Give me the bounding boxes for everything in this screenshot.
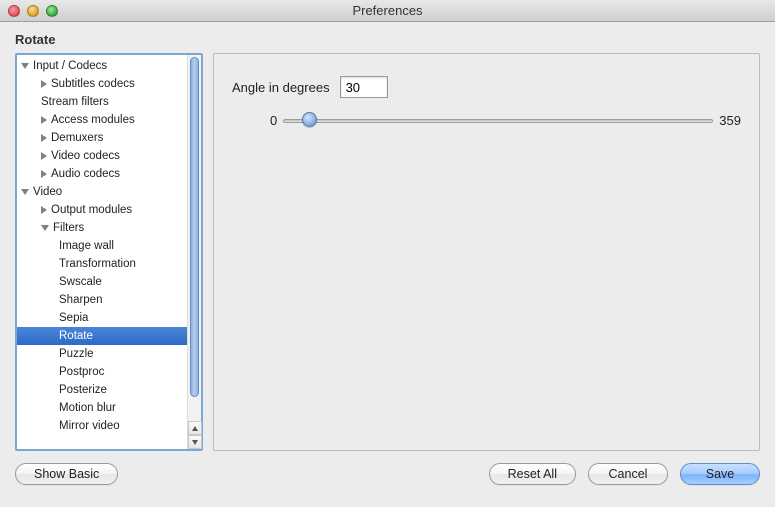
chevron-right-icon[interactable] [41,170,47,178]
slider-max-label: 359 [719,113,741,128]
tree-item[interactable]: Postproc [17,363,187,381]
angle-slider[interactable] [283,110,713,130]
tree-item[interactable]: Puzzle [17,345,187,363]
save-button[interactable]: Save [680,463,760,485]
tree-item-label: Transformation [59,258,136,270]
angle-label: Angle in degrees [232,80,330,95]
tree-item[interactable]: Posterize [17,381,187,399]
angle-input[interactable] [340,76,388,98]
tree-item-label: Rotate [59,330,93,342]
tree-item-label: Stream filters [41,96,109,108]
tree-item[interactable]: Access modules [17,111,187,129]
tree-item-label: Demuxers [51,132,103,144]
tree-item[interactable]: Video [17,183,187,201]
chevron-down-icon[interactable] [41,225,49,231]
reset-all-button[interactable]: Reset All [489,463,576,485]
tree-item[interactable]: Output modules [17,201,187,219]
tree-item[interactable]: Video codecs [17,147,187,165]
tree-item-label: Filters [53,222,84,234]
content: Rotate Input / Codecs Subtitles codecs Str… [0,22,775,451]
tree-item-label: Mirror video [59,420,120,432]
tree-item[interactable]: Input / Codecs [17,57,187,75]
tree-item[interactable]: Subtitles codecs [17,75,187,93]
tree-item-label: Puzzle [59,348,94,360]
settings-panel: Angle in degrees 0 359 [213,53,760,451]
cancel-button[interactable]: Cancel [588,463,668,485]
tree-item-label: Sharpen [59,294,102,306]
tree-item[interactable]: Demuxers [17,129,187,147]
tree-item-label: Input / Codecs [33,60,107,72]
window-title: Preferences [0,3,775,18]
tree-item-label: Video codecs [51,150,120,162]
tree-item[interactable]: Filters [17,219,187,237]
chevron-right-icon[interactable] [41,80,47,88]
chevron-down-icon[interactable] [21,63,29,69]
page-title: Rotate [15,32,760,47]
tree-item-label: Posterize [59,384,107,396]
tree-item-label: Swscale [59,276,102,288]
scrollbar[interactable] [187,55,201,449]
slider-min-label: 0 [270,113,277,128]
chevron-right-icon[interactable] [41,116,47,124]
tree-item[interactable]: Mirror video [17,417,187,435]
tree-item[interactable]: Swscale [17,273,187,291]
chevron-right-icon[interactable] [41,206,47,214]
tree-item[interactable]: Image wall [17,237,187,255]
scroll-up-icon[interactable] [188,421,202,435]
footer: Show Basic Reset All Cancel Save [0,451,775,485]
sidebar-tree: Input / Codecs Subtitles codecs Stream fil… [15,53,203,451]
tree-item-label: Video [33,186,62,198]
tree-item-label: Output modules [51,204,132,216]
chevron-right-icon[interactable] [41,152,47,160]
tree-item[interactable]: Audio codecs [17,165,187,183]
tree-item[interactable]: Motion blur [17,399,187,417]
slider-track [283,119,713,123]
tree-item[interactable]: Sharpen [17,291,187,309]
tree-item[interactable]: Rotate [17,327,187,345]
tree-item-label: Image wall [59,240,114,252]
tree-item-label: Postproc [59,366,104,378]
tree-item[interactable]: Sepia [17,309,187,327]
tree-item[interactable]: Transformation [17,255,187,273]
scrollbar-thumb[interactable] [190,57,199,397]
tree-item-label: Audio codecs [51,168,120,180]
tree-item[interactable]: Stream filters [17,93,187,111]
tree-item-label: Sepia [59,312,88,324]
show-basic-button[interactable]: Show Basic [15,463,118,485]
titlebar: Preferences [0,0,775,22]
chevron-down-icon[interactable] [21,189,29,195]
chevron-right-icon[interactable] [41,134,47,142]
slider-knob[interactable] [302,112,317,127]
tree-item-label: Motion blur [59,402,116,414]
tree-item-label: Access modules [51,114,135,126]
scroll-down-icon[interactable] [188,435,202,449]
tree-item-label: Subtitles codecs [51,78,135,90]
